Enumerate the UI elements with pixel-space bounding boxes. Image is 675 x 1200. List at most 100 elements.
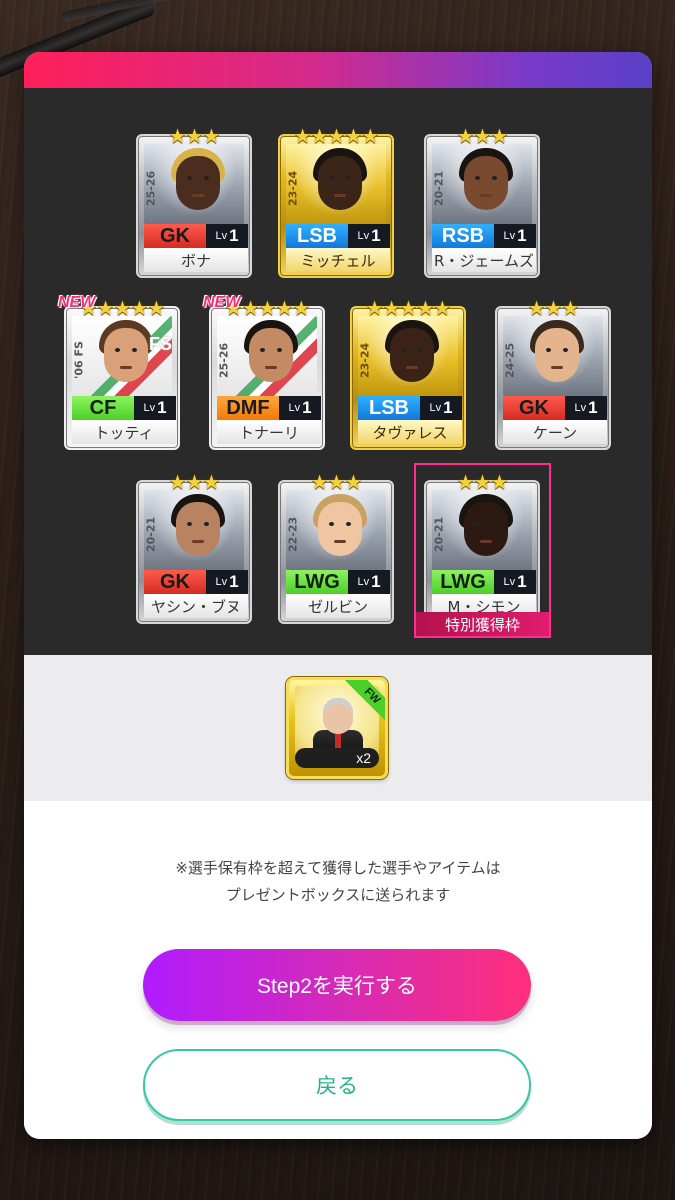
season-label: '06 FS xyxy=(72,341,86,379)
player-eye xyxy=(132,348,137,352)
info-area: ※選手保有枠を超えて獲得した選手やアイテムは プレゼントボックスに送られます S… xyxy=(24,801,652,1139)
player-portrait xyxy=(459,148,513,214)
rarity-stars: ★★★ xyxy=(310,470,363,494)
rarity-stars: ★★★ xyxy=(168,124,221,148)
rarity-stars: ★★★ xyxy=(168,470,221,494)
season-label: 23-24 xyxy=(358,342,372,378)
player-portrait xyxy=(99,320,153,386)
player-head xyxy=(176,502,220,556)
season-label: 25-26 xyxy=(144,170,158,206)
rarity-stars: ★★★★★ xyxy=(365,296,452,320)
player-mouth xyxy=(334,194,346,197)
level-prefix: Lv xyxy=(143,402,156,414)
player-mouth xyxy=(480,194,492,197)
player-card[interactable]: ★★★ 25-26 GK Lv 1 ボナ xyxy=(136,124,252,278)
player-name: トナーリ xyxy=(217,420,321,444)
notice-line-2: プレゼントボックスに送られます xyxy=(225,886,451,904)
position-level-bar: CF Lv 1 xyxy=(72,396,176,420)
player-portrait xyxy=(171,148,225,214)
player-head xyxy=(249,328,293,382)
level-value: 1 xyxy=(517,572,527,591)
player-head xyxy=(464,156,508,210)
position-badge: DMF xyxy=(217,396,279,420)
player-mouth xyxy=(406,366,418,369)
level-indicator: Lv 1 xyxy=(348,224,390,248)
level-indicator: Lv 1 xyxy=(206,224,248,248)
player-head xyxy=(176,156,220,210)
rarity-stars: ★★★ xyxy=(456,124,509,148)
item-count: x2 xyxy=(295,748,379,768)
position-badge: LWG xyxy=(286,570,348,594)
player-eye xyxy=(187,522,192,526)
player-card[interactable]: ★★★ 22-23 LWG Lv 1 ゼルビン xyxy=(278,470,394,624)
player-card[interactable]: ★★★ 20-21 RSB Lv 1 R・ジェームズ xyxy=(424,124,540,278)
player-name: ゼルビン xyxy=(286,594,390,618)
level-value: 1 xyxy=(371,226,381,245)
execute-step2-button[interactable]: Step2を実行する xyxy=(143,949,531,1021)
position-badge: GK xyxy=(503,396,565,420)
player-card[interactable]: ★★★ 20-21 GK Lv 1 ヤシン・ブヌ xyxy=(136,470,252,624)
player-card[interactable]: ★★★★★ 23-24 LSB Lv 1 ミッチェル xyxy=(278,124,394,278)
player-eye xyxy=(115,348,120,352)
notice-text: ※選手保有枠を超えて獲得した選手やアイテムは プレゼントボックスに送られます xyxy=(24,855,652,909)
season-label: 20-21 xyxy=(144,516,158,552)
level-prefix: Lv xyxy=(503,230,516,242)
item-manager-card[interactable]: FW x2 xyxy=(286,677,388,779)
player-portrait xyxy=(313,148,367,214)
rarity-stars: ★★★★★ xyxy=(293,124,380,148)
player-eye xyxy=(492,176,497,180)
position-level-bar: GK Lv 1 xyxy=(144,570,248,594)
position-badge: LWG xyxy=(432,570,494,594)
player-name: M・シモン xyxy=(432,594,536,618)
new-badge: NEW xyxy=(203,294,241,311)
position-level-bar: RSB Lv 1 xyxy=(432,224,536,248)
position-badge: RSB xyxy=(432,224,494,248)
player-head xyxy=(318,156,362,210)
player-mouth xyxy=(480,540,492,543)
player-card[interactable]: ★★★★★ 23-24 LSB Lv 1 タヴァレス xyxy=(350,296,466,450)
player-eye xyxy=(401,348,406,352)
season-label: 24-25 xyxy=(503,342,517,378)
player-eye xyxy=(346,176,351,180)
player-mouth xyxy=(334,540,346,543)
fs-badge: FS xyxy=(148,334,172,354)
rarity-stars: ★★★ xyxy=(527,296,580,320)
player-head xyxy=(104,328,148,382)
notice-line-1: ※選手保有枠を超えて獲得した選手やアイテムは xyxy=(175,859,501,877)
level-indicator: Lv 1 xyxy=(565,396,607,420)
player-eye xyxy=(563,348,568,352)
position-level-bar: LWG Lv 1 xyxy=(286,570,390,594)
player-eye xyxy=(204,522,209,526)
level-prefix: Lv xyxy=(357,576,370,588)
position-badge: LSB xyxy=(286,224,348,248)
position-level-bar: GK Lv 1 xyxy=(144,224,248,248)
season-label: 20-21 xyxy=(432,516,446,552)
player-name: ケーン xyxy=(503,420,607,444)
player-eye xyxy=(475,522,480,526)
level-prefix: Lv xyxy=(503,576,516,588)
level-value: 1 xyxy=(302,398,312,417)
player-eye xyxy=(204,176,209,180)
level-value: 1 xyxy=(157,398,167,417)
level-value: 1 xyxy=(229,226,239,245)
player-card[interactable]: ★★★★★ 25-26 DMF Lv 1 トナーリ NEW xyxy=(203,294,325,450)
position-level-bar: LSB Lv 1 xyxy=(286,224,390,248)
level-value: 1 xyxy=(443,398,453,417)
level-value: 1 xyxy=(229,572,239,591)
player-portrait xyxy=(459,494,513,560)
player-name: トッティ xyxy=(72,420,176,444)
position-level-bar: GK Lv 1 xyxy=(503,396,607,420)
player-mouth xyxy=(192,194,204,197)
level-prefix: Lv xyxy=(574,402,587,414)
player-portrait xyxy=(313,494,367,560)
players-grid: ★★★ 25-26 GK Lv 1 ボナ ★★★★★ 23-24 LSB Lv … xyxy=(24,88,652,655)
player-card[interactable]: ★★★ 24-25 GK Lv 1 ケーン xyxy=(495,296,611,450)
player-name: ミッチェル xyxy=(286,248,390,272)
player-eye xyxy=(346,522,351,526)
player-card[interactable]: ★★★★★ '06 FS CF Lv 1 トッティ NEW FS xyxy=(58,294,180,450)
player-head xyxy=(318,502,362,556)
player-card[interactable]: ★★★ 20-21 LWG Lv 1 M・シモン xyxy=(424,470,540,624)
level-indicator: Lv 1 xyxy=(134,396,176,420)
player-eye xyxy=(329,522,334,526)
back-button[interactable]: 戻る xyxy=(143,1049,531,1121)
